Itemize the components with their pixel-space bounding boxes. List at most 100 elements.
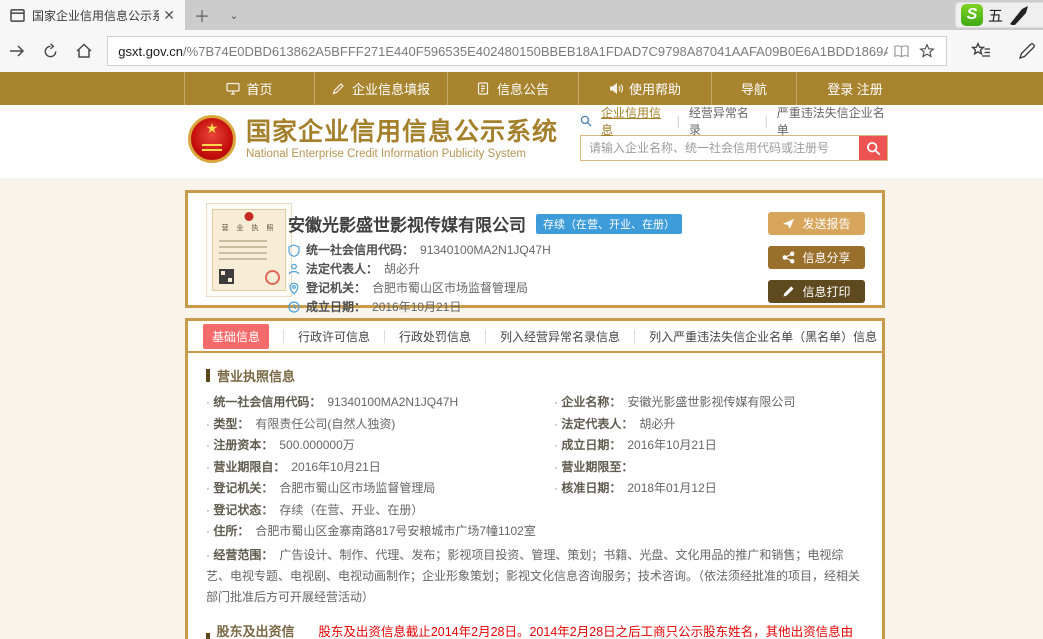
nav-spacer — [0, 72, 184, 105]
share-icon — [782, 251, 795, 264]
license-qr-code — [219, 269, 234, 284]
share-info-button[interactable]: 信息分享 — [768, 246, 865, 269]
tab-admin-license[interactable]: 行政许可信息 — [298, 328, 370, 345]
search-tab-abnormal-list[interactable]: 经营异常名录 — [689, 104, 756, 138]
nav-item-label: 使用帮助 — [629, 79, 681, 98]
favorite-star-icon[interactable] — [914, 39, 940, 63]
search-tabs: 企业信用信息 | 经营异常名录 | 严重违法失信企业名单 — [580, 112, 888, 130]
reading-view-icon[interactable] — [888, 39, 914, 63]
nav-item-directory[interactable]: 导航 — [711, 72, 796, 105]
company-actions: 发送报告 信息分享 信息打印 — [768, 212, 865, 303]
license-info-section: 营业执照信息 统一社会信用代码：91340100MA2N1JQ47H 企业名称：… — [188, 366, 882, 608]
field-establish-date: 成立日期： 2016年10月21日 — [288, 297, 551, 316]
license-grid: 统一社会信用代码：91340100MA2N1JQ47H 企业名称：安徽光影盛世影… — [206, 392, 864, 500]
status-badge: 存续（在营、开业、在册） — [536, 214, 682, 234]
field-registration-authority: 登记机关： 合肥市蜀山区市场监督管理局 — [288, 278, 551, 297]
site-nav: 首页 企业信息填报 信息公告 使用帮助 导航 登录 注册 — [0, 72, 1043, 105]
license-field-status: 登记状态：存续（在营、开业、在册） — [206, 500, 864, 522]
shareholders-section-title: 股东及出资信息 股东及出资信息截止2014年2月28日。2014年2月28日之后… — [206, 621, 864, 639]
url-domain: gsxt.gov.cn — [118, 44, 183, 59]
nav-item-login-register[interactable]: 登录 注册 — [796, 72, 914, 105]
speaker-icon — [609, 82, 623, 95]
tab-blacklist[interactable]: 列入严重违法失信企业名单（黑名单）信息 — [649, 328, 877, 345]
license-field: 成立日期：2016年10月21日 — [554, 435, 864, 457]
sogou-ime-bar: S 五 — [955, 2, 1043, 28]
license-field: 营业期限至： — [554, 457, 864, 479]
nav-item-label: 首页 — [246, 79, 272, 98]
search-icon — [580, 115, 592, 127]
browser-tab[interactable]: 国家企业信用信息公示系统 ✕ — [0, 0, 185, 30]
send-report-button[interactable]: 发送报告 — [768, 212, 865, 235]
search-box: 企业信用信息 | 经营异常名录 | 严重违法失信企业名单 — [580, 112, 888, 161]
business-license-thumbnail[interactable]: 营 业 执 照 — [206, 203, 292, 297]
license-field: 企业名称：安徽光影盛世影视传媒有限公司 — [554, 392, 864, 414]
license-field: 类型：有限责任公司(自然人独资) — [206, 414, 554, 436]
annotate-pen-icon[interactable] — [1011, 36, 1043, 66]
nav-item-label: 登录 注册 — [827, 79, 883, 98]
site-title: 国家企业信用信息公示系统 — [246, 118, 558, 146]
company-name: 安徽光影盛世影视传媒有限公司 — [288, 211, 526, 236]
refresh-button[interactable] — [34, 33, 68, 69]
forward-button[interactable] — [0, 33, 34, 69]
detail-tabs: 基础信息 行政许可信息 行政处罚信息 列入经营异常名录信息 列入严重违法失信企业… — [188, 321, 882, 353]
browser-toolbar: gsxt.gov.cn/%7B74E0DBD613862A5BFFF271E44… — [0, 30, 1043, 72]
license-field-business-scope: 经营范围：广告设计、制作、代理、发布；影视项目投资、管理、策划；书籍、光盘、文化… — [206, 545, 864, 608]
site-logo: ★ 国家企业信用信息公示系统 National Enterprise Credi… — [188, 115, 558, 163]
pen-icon — [782, 285, 795, 298]
tab-title: 国家企业信用信息公示系统 — [32, 7, 159, 24]
search-button[interactable] — [859, 136, 887, 160]
clock-icon — [288, 301, 300, 313]
pen-icon — [332, 82, 346, 95]
search-input[interactable] — [581, 136, 859, 160]
ime-wubi-mode[interactable]: 五 — [988, 5, 1003, 26]
nav-item-label: 企业信息填报 — [352, 79, 430, 98]
search-field — [580, 135, 888, 161]
bulletin-icon — [477, 82, 491, 95]
license-field-address: 住所：合肥市蜀山区金寨南路817号安粮城市广场7幢1102室 — [206, 521, 864, 543]
tab-basic-info[interactable]: 基础信息 — [203, 324, 269, 349]
license-field: 统一社会信用代码：91340100MA2N1JQ47H — [206, 392, 554, 414]
company-detail-card: 基础信息 行政许可信息 行政处罚信息 列入经营异常名录信息 列入严重违法失信企业… — [185, 318, 885, 639]
license-field: 登记机关：合肥市蜀山区市场监督管理局 — [206, 478, 554, 500]
nav-item-announcements[interactable]: 信息公告 — [447, 72, 578, 105]
nav-item-label: 信息公告 — [497, 79, 549, 98]
tab-preview-chevron-icon[interactable]: ⌄ — [219, 0, 249, 30]
paper-plane-icon — [782, 217, 795, 230]
license-seal-icon — [265, 270, 280, 285]
sogou-logo-icon[interactable]: S — [961, 4, 983, 26]
nav-item-help[interactable]: 使用帮助 — [578, 72, 711, 105]
new-tab-button[interactable]: ＋ — [185, 0, 219, 30]
ime-brush-icon[interactable] — [1008, 5, 1030, 25]
tab-close-icon[interactable]: ✕ — [159, 7, 179, 24]
license-emblem-icon — [245, 212, 254, 221]
national-emblem-icon: ★ — [188, 115, 236, 163]
search-tab-blacklist[interactable]: 严重违法失信企业名单 — [777, 104, 888, 138]
badge-icon — [288, 244, 300, 256]
license-caption: 营 业 执 照 — [213, 223, 285, 233]
browser-tabbar: 国家企业信用信息公示系统 ✕ ＋ ⌄ S 五 — [0, 0, 1043, 30]
favorites-hub-icon[interactable] — [965, 36, 997, 66]
site-header: ★ 国家企业信用信息公示系统 National Enterprise Credi… — [0, 105, 1043, 178]
nav-item-report[interactable]: 企业信息填报 — [314, 72, 447, 105]
search-tab-credit-info[interactable]: 企业信用信息 — [601, 104, 668, 138]
company-fields: 统一社会信用代码： 91340100MA2N1JQ47H 法定代表人： 胡必升 … — [288, 240, 551, 316]
page-content: 营 业 执 照 安徽光影盛世影视传媒有限公司 存续（在营、开业、在册） 统一社会… — [0, 178, 1043, 639]
person-icon — [288, 263, 300, 275]
tab-admin-penalty[interactable]: 行政处罚信息 — [399, 328, 471, 345]
field-legal-rep: 法定代表人： 胡必升 — [288, 259, 551, 278]
home-button[interactable] — [68, 33, 102, 69]
address-bar[interactable]: gsxt.gov.cn/%7B74E0DBD613862A5BFFF271E44… — [107, 36, 947, 66]
shareholders-note: 股东及出资信息截止2014年2月28日。2014年2月28日之后工商只公示股东姓… — [318, 621, 864, 639]
license-section-title: 营业执照信息 — [206, 366, 864, 385]
monitor-icon — [226, 82, 240, 95]
location-pin-icon — [288, 282, 300, 294]
company-summary-card: 营 业 执 照 安徽光影盛世影视传媒有限公司 存续（在营、开业、在册） 统一社会… — [185, 190, 885, 308]
tab-abnormal-list[interactable]: 列入经营异常名录信息 — [500, 328, 620, 345]
url-path: /%7B74E0DBD613862A5BFFF271E440F596535E40… — [183, 44, 888, 59]
nav-item-home[interactable]: 首页 — [184, 72, 314, 105]
license-field: 法定代表人：胡必升 — [554, 414, 864, 436]
browser-window: 国家企业信用信息公示系统 ✕ ＋ ⌄ S 五 gsxt.gov.cn/%7B74… — [0, 0, 1043, 639]
license-field: 营业期限自：2016年10月21日 — [206, 457, 554, 479]
page-icon — [10, 9, 25, 22]
print-info-button[interactable]: 信息打印 — [768, 280, 865, 303]
